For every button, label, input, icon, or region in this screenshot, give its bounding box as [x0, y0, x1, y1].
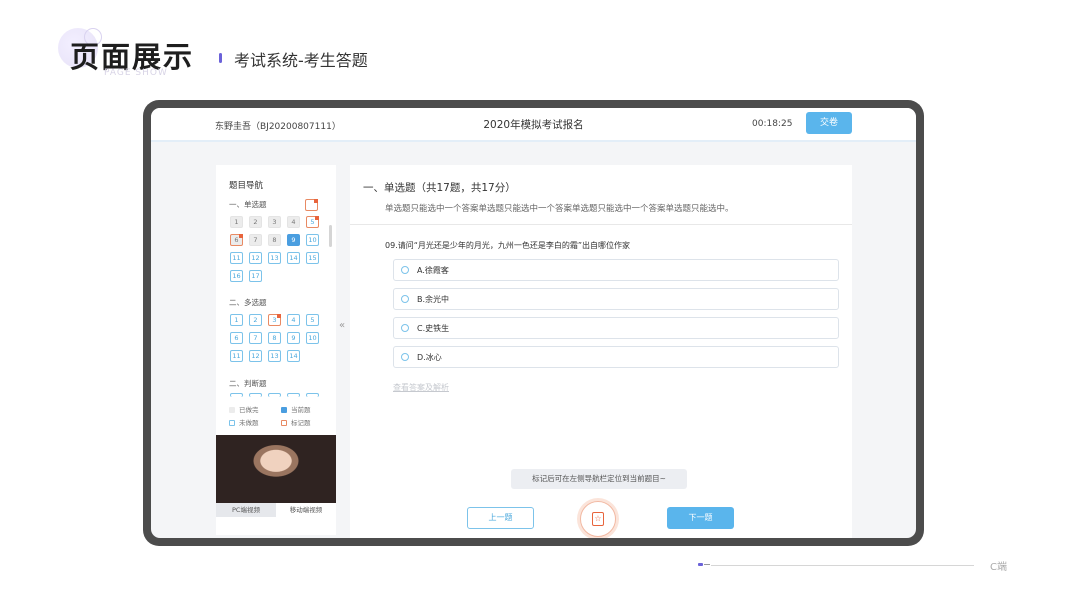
exam-screen: 东野圭吾（BJ20200807111） 2020年模拟考试报名 00:18:25…	[151, 108, 916, 538]
question-number-13[interactable]: 13	[268, 252, 281, 264]
question-nav-panel: 题目导航 一、单选题 1 2 3 4 5 6 7 8 9 10 11 12 13 14 15 16 17 二、多…	[216, 165, 336, 535]
nav-section-title: 二、多选题	[229, 298, 267, 307]
collapse-nav-icon[interactable]: «	[339, 320, 345, 331]
mark-tip: 标记后可在左侧导航栏定位到当前题目~	[511, 469, 687, 489]
question-number-11[interactable]: 11	[230, 350, 243, 362]
radio-icon	[401, 324, 409, 332]
view-answer-link[interactable]: 查看答案及解析	[393, 382, 449, 393]
nav-scrollbar[interactable]	[329, 225, 332, 247]
question-number-11[interactable]: 11	[230, 252, 243, 264]
exam-title: 2020年模拟考试报名	[483, 119, 584, 131]
radio-icon	[401, 295, 409, 303]
mark-flag-icon	[315, 216, 319, 220]
nav-section-title: 二、判断题	[229, 379, 267, 388]
candidate-video-feed	[216, 435, 336, 503]
legend-swatch	[281, 420, 287, 426]
legend-current: 当前题	[281, 404, 311, 414]
question-box-clipped	[306, 393, 319, 397]
legend-swatch	[229, 407, 235, 413]
question-number-6[interactable]: 6	[230, 234, 243, 246]
nav-section-title: 一、单选题	[229, 200, 267, 209]
submit-exam-button[interactable]: 交卷	[806, 112, 852, 134]
tablet-frame: 东野圭吾（BJ20200807111） 2020年模拟考试报名 00:18:25…	[143, 100, 924, 546]
question-number-12[interactable]: 12	[249, 252, 262, 264]
tab-mobile-video[interactable]: 移动端视频	[276, 503, 336, 517]
question-number-10[interactable]: 10	[306, 234, 319, 246]
section-description: 单选题只能选中一个答案单选题只能选中一个答案单选题只能选中一个答案单选题只能选中…	[385, 204, 734, 214]
section-heading: 一、单选题（共17题，共17分）	[363, 182, 516, 194]
legend-swatch	[229, 420, 235, 426]
question-panel: 一、单选题（共17题，共17分） 单选题只能选中一个答案单选题只能选中一个答案单…	[350, 165, 852, 538]
question-number-14[interactable]: 14	[287, 350, 300, 362]
option-label: D.冰心	[417, 353, 442, 362]
question-number-13[interactable]: 13	[268, 350, 281, 362]
question-number-5[interactable]: 5	[306, 314, 319, 326]
video-tabs: PC端视频 移动端视频	[216, 503, 336, 517]
legend-todo: 未做题	[229, 417, 259, 427]
question-box-clipped	[230, 393, 243, 397]
tab-pc-video[interactable]: PC端视频	[216, 503, 276, 517]
question-number-7[interactable]: 7	[249, 332, 262, 344]
nav-title: 题目导航	[229, 181, 264, 191]
option-label: A.徐霞客	[417, 266, 449, 275]
footer-indicator	[698, 563, 703, 566]
question-number-9[interactable]: 9	[287, 332, 300, 344]
footer-line	[711, 565, 974, 566]
question-number-10[interactable]: 10	[306, 332, 319, 344]
prev-question-button[interactable]: 上一题	[467, 507, 534, 529]
question-box-clipped	[287, 393, 300, 397]
bookmark-star-icon: ☆	[592, 512, 604, 526]
question-number-15[interactable]: 15	[306, 252, 319, 264]
question-number-7[interactable]: 7	[249, 234, 262, 246]
question-box-clipped	[249, 393, 262, 397]
question-number-9[interactable]: 9	[287, 234, 300, 246]
option-label: B.余光中	[417, 295, 450, 304]
slide-header: 页面展示 PAGE SHOW 考试系统-考生答题	[58, 28, 458, 88]
question-number-8[interactable]: 8	[268, 234, 281, 246]
radio-icon	[401, 353, 409, 361]
legend-marked: 标记题	[281, 417, 311, 427]
question-number-4[interactable]: 4	[287, 216, 300, 228]
marked-flag-icon	[305, 199, 318, 211]
question-number-1[interactable]: 1	[230, 314, 243, 326]
mark-flag-icon	[277, 314, 281, 318]
question-number-14[interactable]: 14	[287, 252, 300, 264]
option-b[interactable]: B.余光中	[393, 288, 839, 310]
question-number-8[interactable]: 8	[268, 332, 281, 344]
question-number-16[interactable]: 16	[230, 270, 243, 282]
mark-question-button[interactable]: ☆	[580, 501, 616, 537]
option-d[interactable]: D.冰心	[393, 346, 839, 368]
question-text: 09.请问“月光还是少年的月光，九州一色还是李白的霜”出自哪位作家	[385, 241, 631, 250]
question-number-17[interactable]: 17	[249, 270, 262, 282]
question-number-4[interactable]: 4	[287, 314, 300, 326]
footer-label: C端	[990, 562, 1007, 573]
question-number-5[interactable]: 5	[306, 216, 319, 228]
question-number-2[interactable]: 2	[249, 314, 262, 326]
mark-flag-icon	[239, 234, 243, 238]
question-number-12[interactable]: 12	[249, 350, 262, 362]
accent-bar	[219, 53, 222, 63]
legend-done: 已做完	[229, 404, 259, 414]
exam-topbar: 东野圭吾（BJ20200807111） 2020年模拟考试报名 00:18:25…	[151, 108, 916, 142]
legend-swatch	[281, 407, 287, 413]
question-number-2[interactable]: 2	[249, 216, 262, 228]
countdown-timer: 00:18:25	[752, 119, 793, 129]
next-question-button[interactable]: 下一题	[667, 507, 734, 529]
footer-dash	[704, 564, 710, 565]
slide-caption: 考试系统-考生答题	[234, 51, 368, 70]
question-number-6[interactable]: 6	[230, 332, 243, 344]
option-a[interactable]: A.徐霞客	[393, 259, 839, 281]
divider	[350, 224, 852, 225]
question-number-3[interactable]: 3	[268, 314, 281, 326]
slide-subtitle-en: PAGE SHOW	[104, 68, 168, 78]
option-label: C.史铁生	[417, 324, 450, 333]
option-c[interactable]: C.史铁生	[393, 317, 839, 339]
question-number-3[interactable]: 3	[268, 216, 281, 228]
question-box-clipped	[268, 393, 281, 397]
question-number-1[interactable]: 1	[230, 216, 243, 228]
radio-icon	[401, 266, 409, 274]
